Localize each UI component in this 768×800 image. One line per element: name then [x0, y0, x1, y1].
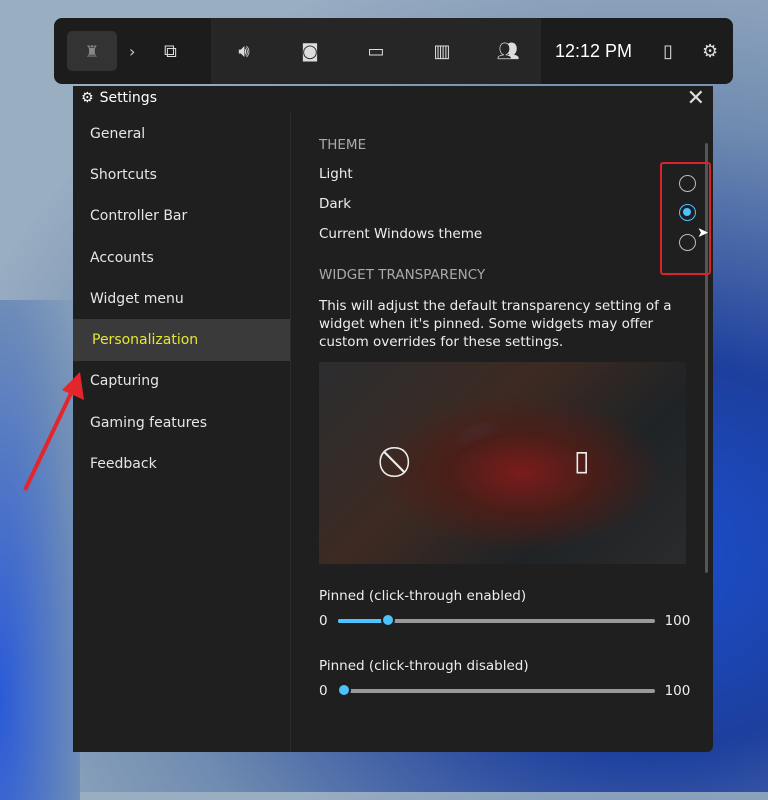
theme-heading: THEME	[319, 137, 367, 153]
game-bar: ♜ › ⧉ 🔊︎ ◙ ▭ ▥ 👥︎ 12:12 PM ▯ ⚙	[54, 18, 733, 84]
theme-option-dark[interactable]: Dark	[319, 189, 713, 219]
title-bar: ⚙ Settings	[73, 86, 713, 110]
radio-dark[interactable]	[679, 204, 696, 221]
transparency-heading: WIDGET TRANSPARENCY	[319, 267, 486, 283]
resources-icon[interactable]: ▥	[409, 18, 475, 84]
sidebar-item-label: Accounts	[90, 249, 154, 266]
theme-option-windows[interactable]: Current Windows theme	[319, 219, 713, 249]
performance-icon[interactable]: ▭	[343, 18, 409, 84]
sidebar-item-label: Feedback	[90, 456, 157, 473]
annotation-arrow-icon	[23, 372, 84, 491]
settings-icon[interactable]: ⚙	[690, 18, 730, 84]
sidebar-item-shortcuts[interactable]: Shortcuts	[73, 154, 290, 195]
capture-icon[interactable]: ◙	[277, 18, 343, 84]
audio-icon[interactable]: 🔊︎	[211, 18, 277, 84]
sidebar-item-accounts[interactable]: Accounts	[73, 237, 290, 278]
window-title: Settings	[99, 90, 157, 106]
slider-min: 0	[319, 683, 328, 699]
slider-min: 0	[319, 613, 328, 629]
slider-label: Pinned (click-through disabled)	[319, 658, 529, 674]
transparency-description: This will adjust the default transparenc…	[319, 298, 672, 350]
mouse-icon: ▯	[574, 444, 590, 477]
theme-option-light[interactable]: Light	[319, 159, 713, 189]
sidebar-item-feedback[interactable]: Feedback	[73, 443, 290, 484]
mouse-cursor-icon: ➤	[697, 225, 709, 241]
slider-max: 100	[664, 683, 691, 699]
sidebar-item-controller-bar[interactable]: Controller Bar	[73, 196, 290, 237]
gear-icon: ⚙	[81, 90, 94, 106]
transparency-slider-disabled[interactable]	[336, 683, 655, 697]
sidebar-item-label: Widget menu	[90, 290, 184, 307]
widget-gallery-icon[interactable]: ⧉	[135, 18, 205, 84]
clock: 12:12 PM	[555, 40, 633, 61]
xbox-social-icon[interactable]: 👥︎	[475, 18, 541, 84]
sidebar-item-label: General	[90, 125, 146, 142]
close-button[interactable]: ✕	[687, 86, 705, 111]
transparency-slider-enabled[interactable]	[337, 613, 655, 627]
theme-radio-group-highlight	[660, 162, 711, 275]
slider-max: 100	[664, 613, 691, 629]
mouse-icon[interactable]: ▯	[646, 18, 690, 84]
sidebar-item-gaming-features[interactable]: Gaming features	[73, 402, 290, 443]
slider-label: Pinned (click-through enabled)	[319, 588, 527, 604]
sidebar: General Shortcuts Controller Bar Account…	[73, 113, 291, 752]
slider-thumb[interactable]	[336, 683, 351, 697]
sidebar-item-capturing[interactable]: Capturing	[73, 361, 290, 402]
sidebar-item-personalization[interactable]: Personalization	[73, 319, 290, 361]
sidebar-item-general[interactable]: General	[73, 113, 290, 154]
game-preview-image: ⃠ ▯	[319, 362, 686, 564]
sidebar-item-label: Shortcuts	[90, 166, 157, 183]
content-pane: THEME Light Dark Current Windows theme W…	[292, 113, 713, 752]
settings-window: ⚙ Settings ✕ General Shortcuts Controlle…	[73, 86, 713, 752]
sidebar-item-label: Capturing	[90, 373, 160, 390]
sidebar-item-widget-menu[interactable]: Widget menu	[73, 278, 290, 319]
slider-thumb[interactable]	[381, 613, 396, 627]
sidebar-item-label: Personalization	[92, 332, 199, 349]
sidebar-item-label: Controller Bar	[90, 208, 188, 225]
sidebar-item-label: Gaming features	[90, 414, 208, 431]
radio-light[interactable]	[679, 175, 696, 192]
xbox-home-icon[interactable]: ♜	[67, 31, 117, 71]
radio-windows-theme[interactable]	[679, 234, 696, 251]
